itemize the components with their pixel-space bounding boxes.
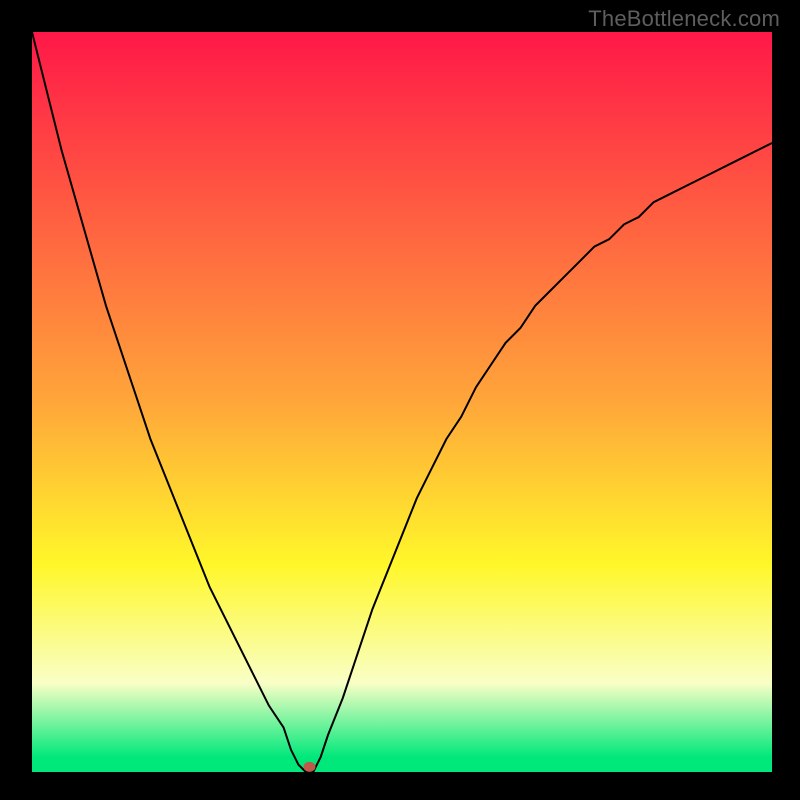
plot-area <box>32 32 772 772</box>
bottleneck-chart <box>32 32 772 772</box>
gradient-bg <box>32 32 772 772</box>
chart-frame: TheBottleneck.com <box>0 0 800 800</box>
watermark-text: TheBottleneck.com <box>588 6 780 32</box>
optimal-point-marker <box>304 762 316 772</box>
